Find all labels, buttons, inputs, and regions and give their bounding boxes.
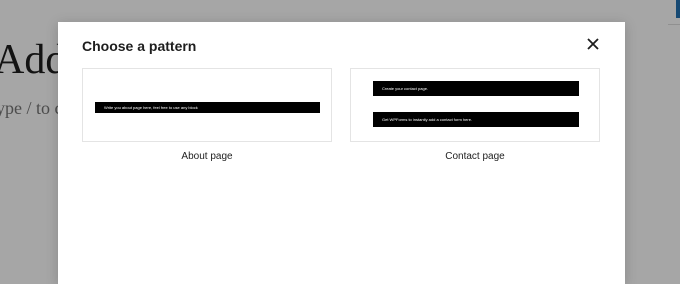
pattern-card-contact[interactable]: Create your contact page. Get WPForms to… xyxy=(350,68,600,162)
pattern-label-contact: Contact page xyxy=(445,151,505,162)
pattern-card-about[interactable]: Write you about page here, feel free to … xyxy=(82,68,332,162)
preview-text-block: Write you about page here, feel free to … xyxy=(95,102,320,113)
modal-title: Choose a pattern xyxy=(82,38,197,54)
pattern-label-about: About page xyxy=(181,151,233,162)
pattern-modal: Choose a pattern Write you about page he… xyxy=(58,22,625,284)
pattern-preview-contact[interactable]: Create your contact page. Get WPForms to… xyxy=(350,68,600,142)
preview-text-block: Get WPForms to instantly add a contact f… xyxy=(373,112,579,127)
pattern-preview-about[interactable]: Write you about page here, feel free to … xyxy=(82,68,332,142)
close-button[interactable] xyxy=(581,34,605,58)
preview-text-block: Create your contact page. xyxy=(373,81,579,96)
close-icon xyxy=(586,37,600,56)
